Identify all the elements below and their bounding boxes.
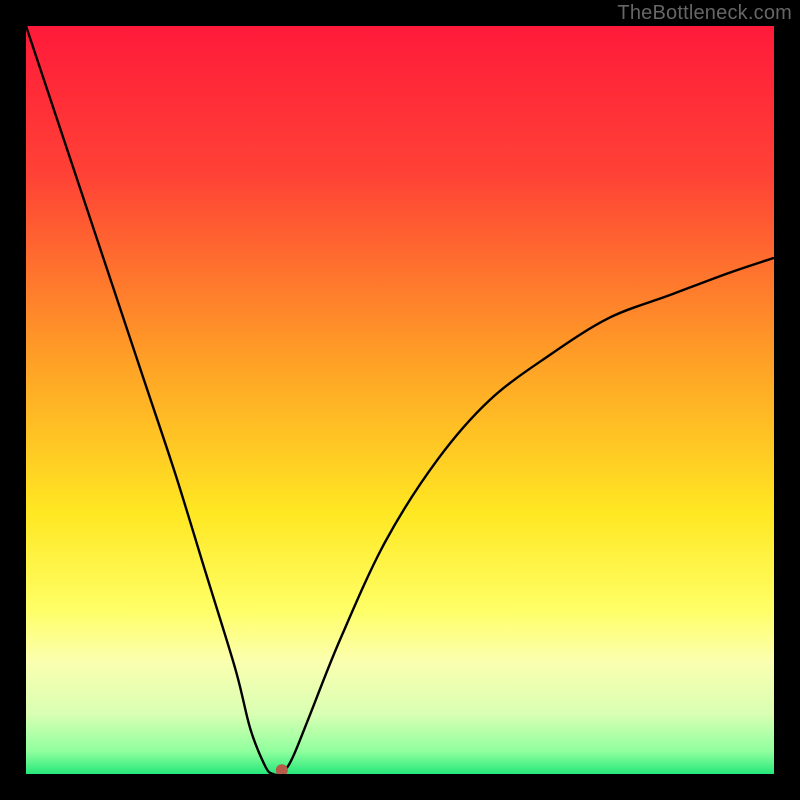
curve-layer <box>26 26 774 774</box>
optimum-marker <box>276 764 288 774</box>
plot-area <box>26 26 774 774</box>
chart-frame: TheBottleneck.com <box>0 0 800 800</box>
watermark-text: TheBottleneck.com <box>617 2 792 25</box>
bottleneck-curve <box>26 26 774 774</box>
